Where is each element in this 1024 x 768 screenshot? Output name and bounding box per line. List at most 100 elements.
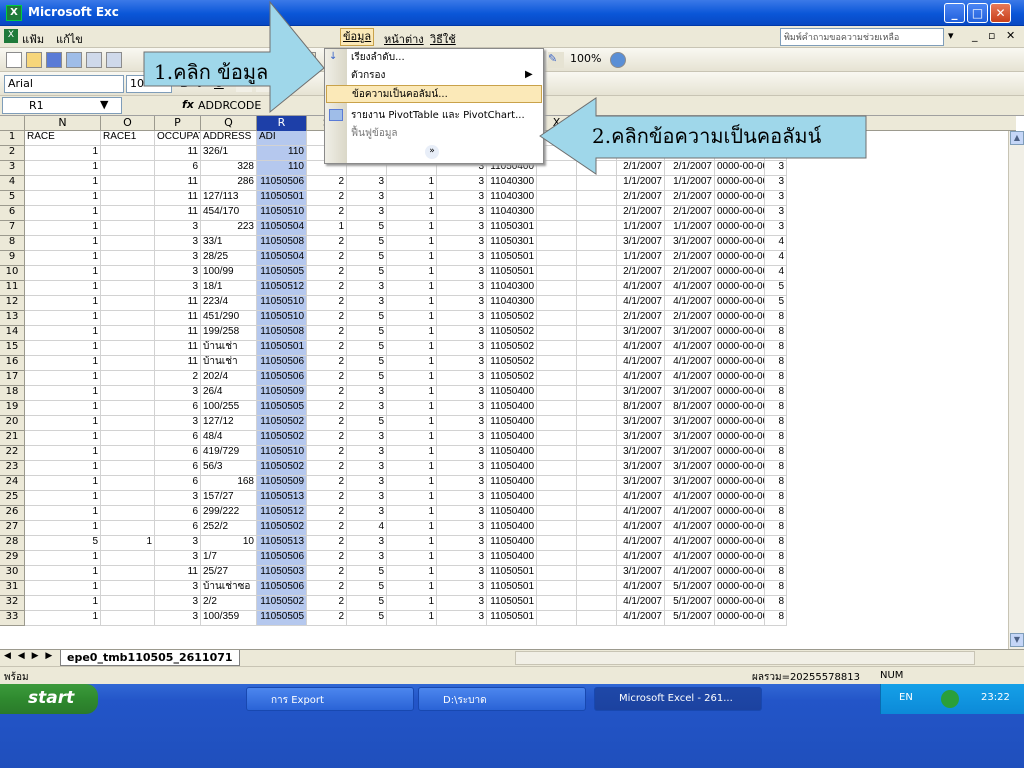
cell[interactable] [577,251,617,266]
cell[interactable]: 0000-00-00 [715,281,765,296]
cell[interactable]: 11050509 [257,476,307,491]
cell[interactable]: 3 [155,596,201,611]
row-header-29[interactable]: 29 [0,551,25,566]
cell[interactable]: 6 [155,446,201,461]
cell[interactable] [101,341,155,356]
close-button[interactable]: ✕ [990,3,1011,23]
cell[interactable]: 11050502 [257,521,307,536]
cell[interactable]: 0000-00-00 [715,266,765,281]
cell[interactable]: 11050501 [257,191,307,206]
cell[interactable] [537,356,577,371]
cell[interactable] [101,521,155,536]
cell[interactable]: 110 [257,146,307,161]
cell[interactable]: 1 [25,506,101,521]
cell[interactable] [537,251,577,266]
cell[interactable]: 11050400 [487,476,537,491]
cell[interactable]: 6 [155,431,201,446]
cell[interactable]: 11050510 [257,446,307,461]
cell[interactable]: 11050501 [487,251,537,266]
cell[interactable]: 5 [347,356,387,371]
cell[interactable] [101,596,155,611]
cell[interactable]: 11050510 [257,311,307,326]
maximize-button[interactable]: □ [967,3,988,23]
cell[interactable]: 1 [387,431,437,446]
cell[interactable]: ADI [257,131,307,146]
cell[interactable]: 3 [437,296,487,311]
cell[interactable]: 1 [25,356,101,371]
cell[interactable]: 11040300 [487,281,537,296]
cell[interactable]: 3 [347,176,387,191]
cell[interactable]: 11050400 [487,446,537,461]
cell[interactable]: 1 [25,206,101,221]
cell[interactable]: 1 [387,551,437,566]
cell[interactable]: 1 [387,251,437,266]
cell[interactable]: 11050502 [257,596,307,611]
cell[interactable]: 2 [307,326,347,341]
sheet-tab[interactable]: epe0_tmb110505_2611071 [60,650,240,666]
cell[interactable]: 8 [765,311,787,326]
cell[interactable]: 3/1/2007 [665,416,715,431]
cell[interactable]: 110 [257,161,307,176]
permission-icon[interactable] [66,52,82,68]
cell[interactable] [101,581,155,596]
cell[interactable]: 0000-00-00 [715,581,765,596]
cell[interactable]: 3 [437,341,487,356]
cell[interactable]: 1 [387,536,437,551]
cell[interactable]: 2 [307,206,347,221]
cell[interactable]: 1 [387,356,437,371]
cell[interactable]: 5 [25,536,101,551]
menu-file[interactable]: แฟ้ม [22,30,44,48]
cell[interactable]: 1/1/2007 [665,221,715,236]
cell[interactable]: 11050501 [487,611,537,626]
cell[interactable]: 1 [25,521,101,536]
cell[interactable] [537,386,577,401]
cell[interactable]: 8 [765,356,787,371]
cell[interactable]: 11050400 [487,401,537,416]
cell[interactable] [101,446,155,461]
cell[interactable] [101,176,155,191]
cell[interactable]: 5 [347,371,387,386]
cell[interactable]: 11050508 [257,236,307,251]
cell[interactable] [577,296,617,311]
cell[interactable] [577,461,617,476]
cell[interactable]: 11 [155,296,201,311]
cell[interactable] [537,566,577,581]
row-header-24[interactable]: 24 [0,476,25,491]
cell[interactable]: 2/2 [201,596,257,611]
cell[interactable]: 8 [765,371,787,386]
cell[interactable] [577,521,617,536]
cell[interactable]: 0000-00-00 [715,236,765,251]
cell[interactable] [537,236,577,251]
row-header-15[interactable]: 15 [0,341,25,356]
cell[interactable] [577,596,617,611]
cell[interactable]: 3/1/2007 [665,461,715,476]
cell[interactable]: 3 [347,506,387,521]
cell[interactable]: 11 [155,326,201,341]
cell[interactable]: 5 [347,581,387,596]
cell[interactable]: 1 [25,251,101,266]
cell[interactable]: 2 [307,611,347,626]
select-all-corner[interactable] [0,116,25,131]
cell[interactable] [101,251,155,266]
cell[interactable]: 5 [347,251,387,266]
cell[interactable] [537,536,577,551]
cell[interactable]: 11050501 [487,266,537,281]
cell[interactable]: 18/1 [201,281,257,296]
cell[interactable]: RACE1 [101,131,155,146]
cell[interactable]: 6 [155,506,201,521]
cell[interactable]: 11 [155,206,201,221]
cell[interactable]: 5/1/2007 [665,596,715,611]
row-header-17[interactable]: 17 [0,371,25,386]
cell[interactable]: 11050400 [487,506,537,521]
cell[interactable]: 2/1/2007 [617,311,665,326]
cell[interactable]: 11050501 [487,596,537,611]
cell[interactable] [101,551,155,566]
cell[interactable]: 1 [387,596,437,611]
cell[interactable]: 5 [347,611,387,626]
cell[interactable]: 11050506 [257,176,307,191]
cell[interactable] [101,281,155,296]
task-export[interactable]: การ Export [246,687,414,711]
cell[interactable] [537,266,577,281]
row-header-21[interactable]: 21 [0,431,25,446]
cell[interactable] [537,401,577,416]
